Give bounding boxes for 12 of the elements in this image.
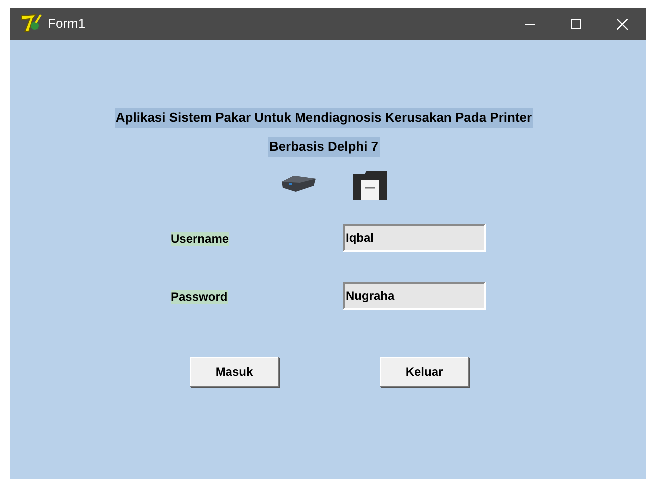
- app-icon: [20, 14, 42, 34]
- printer-icon: [350, 170, 388, 202]
- text-field[interactable]: Nugraha: [343, 282, 486, 310]
- close-icon[interactable]: [617, 18, 628, 30]
- window-title: Form1: [48, 15, 86, 34]
- text-field[interactable]: Iqbal: [343, 224, 486, 252]
- field-label: Password: [171, 289, 229, 306]
- heading-text: Berbasis Delphi 7: [268, 137, 380, 157]
- field-label: Username: [171, 231, 230, 248]
- action-button[interactable]: Masuk: [190, 357, 279, 387]
- action-button[interactable]: Keluar: [380, 357, 469, 387]
- heading-text: Aplikasi Sistem Pakar Untuk Mendiagnosis Kerusakan Pada Printer: [114, 108, 534, 128]
